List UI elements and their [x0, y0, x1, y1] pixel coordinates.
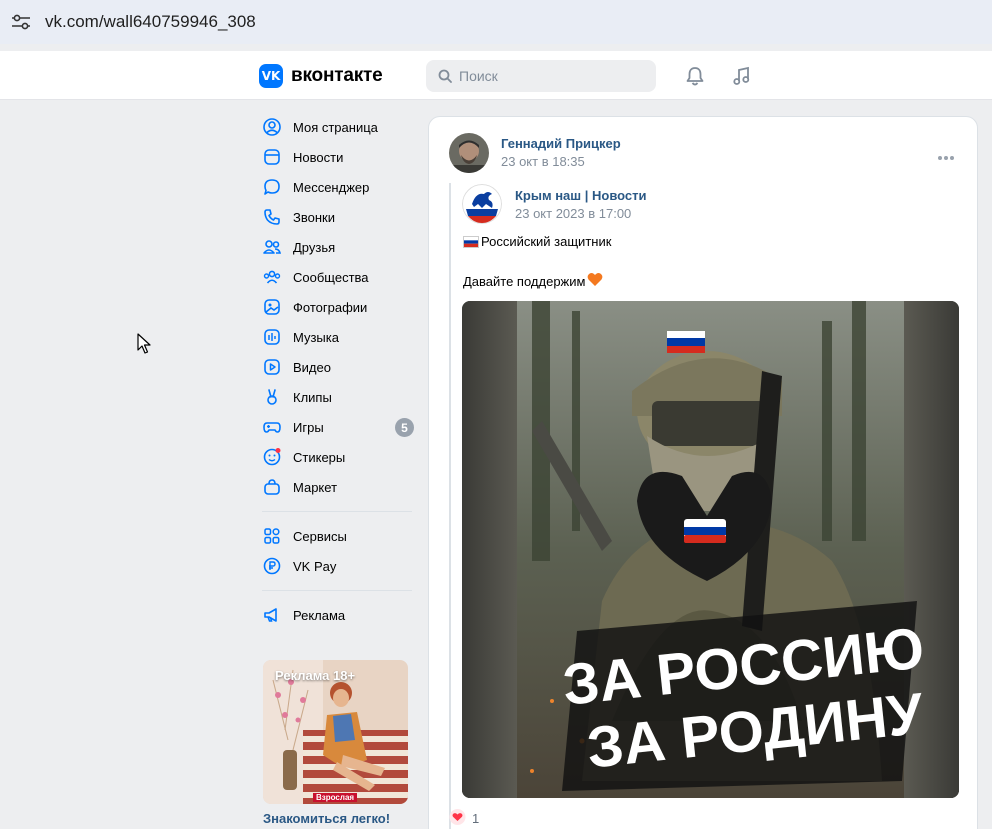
logo-text: вконтакте: [291, 65, 383, 86]
search-icon: [438, 69, 452, 83]
mouse-cursor-icon: [137, 333, 151, 358]
counter-badge: 5: [395, 418, 414, 437]
sidebar-item-label: Маркет: [293, 479, 338, 495]
site-settings-icon[interactable]: [10, 11, 32, 33]
sidebar-item-megaphone[interactable]: Реклама: [262, 600, 418, 630]
url-text[interactable]: vk.com/wall640759946_308: [45, 12, 256, 32]
author-name-link[interactable]: Геннадий Прицкер: [501, 136, 621, 151]
clips-icon: [262, 387, 282, 407]
ad-sub-label: Взрослая: [313, 793, 358, 802]
friends-icon: [262, 237, 282, 257]
search-placeholder: Поиск: [459, 68, 498, 84]
vk-logo-icon: VK: [259, 64, 283, 88]
sidebar-item-games[interactable]: Игры 5: [262, 412, 418, 442]
sidebar-item-label: Мессенджер: [293, 179, 370, 195]
megaphone-icon: [262, 605, 282, 625]
source-avatar[interactable]: [462, 184, 502, 224]
sidebar-item-music[interactable]: Музыка: [262, 322, 418, 352]
ad-title-link[interactable]: Знакомиться легко!: [263, 811, 390, 826]
sidebar-item-friends[interactable]: Друзья: [262, 232, 418, 262]
phone-icon: [262, 207, 282, 227]
sidebar-item-label: Звонки: [293, 209, 335, 225]
sidebar-item-label: Сервисы: [293, 528, 347, 544]
sidebar-item-video[interactable]: Видео: [262, 352, 418, 382]
message-icon: [262, 177, 282, 197]
music-icon: [262, 327, 282, 347]
more-options-icon[interactable]: [937, 149, 955, 164]
heart-icon: [449, 809, 466, 828]
vk-logo[interactable]: VK вконтакте: [259, 64, 383, 88]
news-icon: [262, 147, 282, 167]
sidebar-item-label: Друзья: [293, 239, 336, 255]
post-text-1: Российский защитник: [481, 234, 612, 249]
sidebar-item-news[interactable]: Новости: [262, 142, 418, 172]
sidebar-item-label: Новости: [293, 149, 344, 165]
russia-flag-icon: [463, 235, 479, 248]
source-name-link[interactable]: Крым наш | Новости: [515, 188, 647, 203]
sidebar-item-communities[interactable]: Сообщества: [262, 262, 418, 292]
post-date[interactable]: 23 окт в 18:35: [501, 154, 585, 169]
user-circle-icon: [262, 117, 282, 137]
sidebar-item-services[interactable]: Сервисы: [262, 521, 418, 551]
stickers-icon: [262, 447, 282, 467]
post-text-2: Давайте поддержим: [463, 273, 586, 289]
sidebar-item-label: Моя страница: [293, 119, 378, 135]
post-text-line-1: Российский защитник: [463, 234, 611, 249]
post-text-line-2: Давайте поддержим: [463, 272, 603, 290]
communities-icon: [262, 267, 282, 287]
sidebar-item-user-circle[interactable]: Моя страница: [262, 112, 418, 142]
photo-icon: [262, 297, 282, 317]
source-date[interactable]: 23 окт 2023 в 17:00: [515, 206, 631, 221]
video-icon: [262, 357, 282, 377]
vk-header: VK вконтакте Поиск: [0, 51, 992, 100]
games-icon: [262, 417, 282, 437]
sidebar-item-label: Музыка: [293, 329, 339, 345]
market-icon: [262, 477, 282, 497]
repost-line: [449, 183, 451, 829]
sidebar-item-label: Сообщества: [293, 269, 369, 285]
sidebar-item-label: Клипы: [293, 389, 332, 405]
sidebar-item-label: VK Pay: [293, 558, 337, 574]
sidebar-item-label: Фотографии: [293, 299, 368, 315]
sidebar-item-label: Стикеры: [293, 449, 346, 465]
sidebar-item-message[interactable]: Мессенджер: [262, 172, 418, 202]
sidebar-divider: [262, 590, 412, 591]
sidebar-item-market[interactable]: Маркет: [262, 472, 418, 502]
sidebar-item-photo[interactable]: Фотографии: [262, 292, 418, 322]
vkpay-icon: [262, 556, 282, 576]
orange-heart-icon: [587, 272, 603, 290]
ad-tag: Реклама 18+: [275, 668, 356, 683]
sidebar-item-label: Игры: [293, 419, 324, 435]
like-count: 1: [472, 811, 480, 826]
post-photo[interactable]: ЗА РОССИЮ ЗА РОДИНУ: [462, 301, 959, 798]
author-avatar[interactable]: [449, 133, 489, 173]
left-sidebar: Моя страница Новости Мессенджер Звонки Друзь…: [262, 112, 418, 630]
bell-icon[interactable]: [684, 65, 706, 90]
wall-post: Геннадий Прицкер 23 окт в 18:35 Крым наш…: [428, 116, 978, 829]
services-icon: [262, 526, 282, 546]
sidebar-item-vkpay[interactable]: VK Pay: [262, 551, 418, 581]
sidebar-item-label: Видео: [293, 359, 331, 375]
search-input[interactable]: Поиск: [426, 60, 656, 92]
sidebar-divider: [262, 511, 412, 512]
sidebar-item-clips[interactable]: Клипы: [262, 382, 418, 412]
browser-address-bar: vk.com/wall640759946_308: [0, 0, 992, 44]
sidebar-item-stickers[interactable]: Стикеры: [262, 442, 418, 472]
like-button[interactable]: 1: [449, 809, 479, 828]
music-icon[interactable]: [731, 65, 753, 90]
sidebar-item-phone[interactable]: Звонки: [262, 202, 418, 232]
ad-image[interactable]: Реклама 18+ Взрослая: [263, 660, 408, 804]
sidebar-item-label: Реклама: [293, 607, 346, 623]
